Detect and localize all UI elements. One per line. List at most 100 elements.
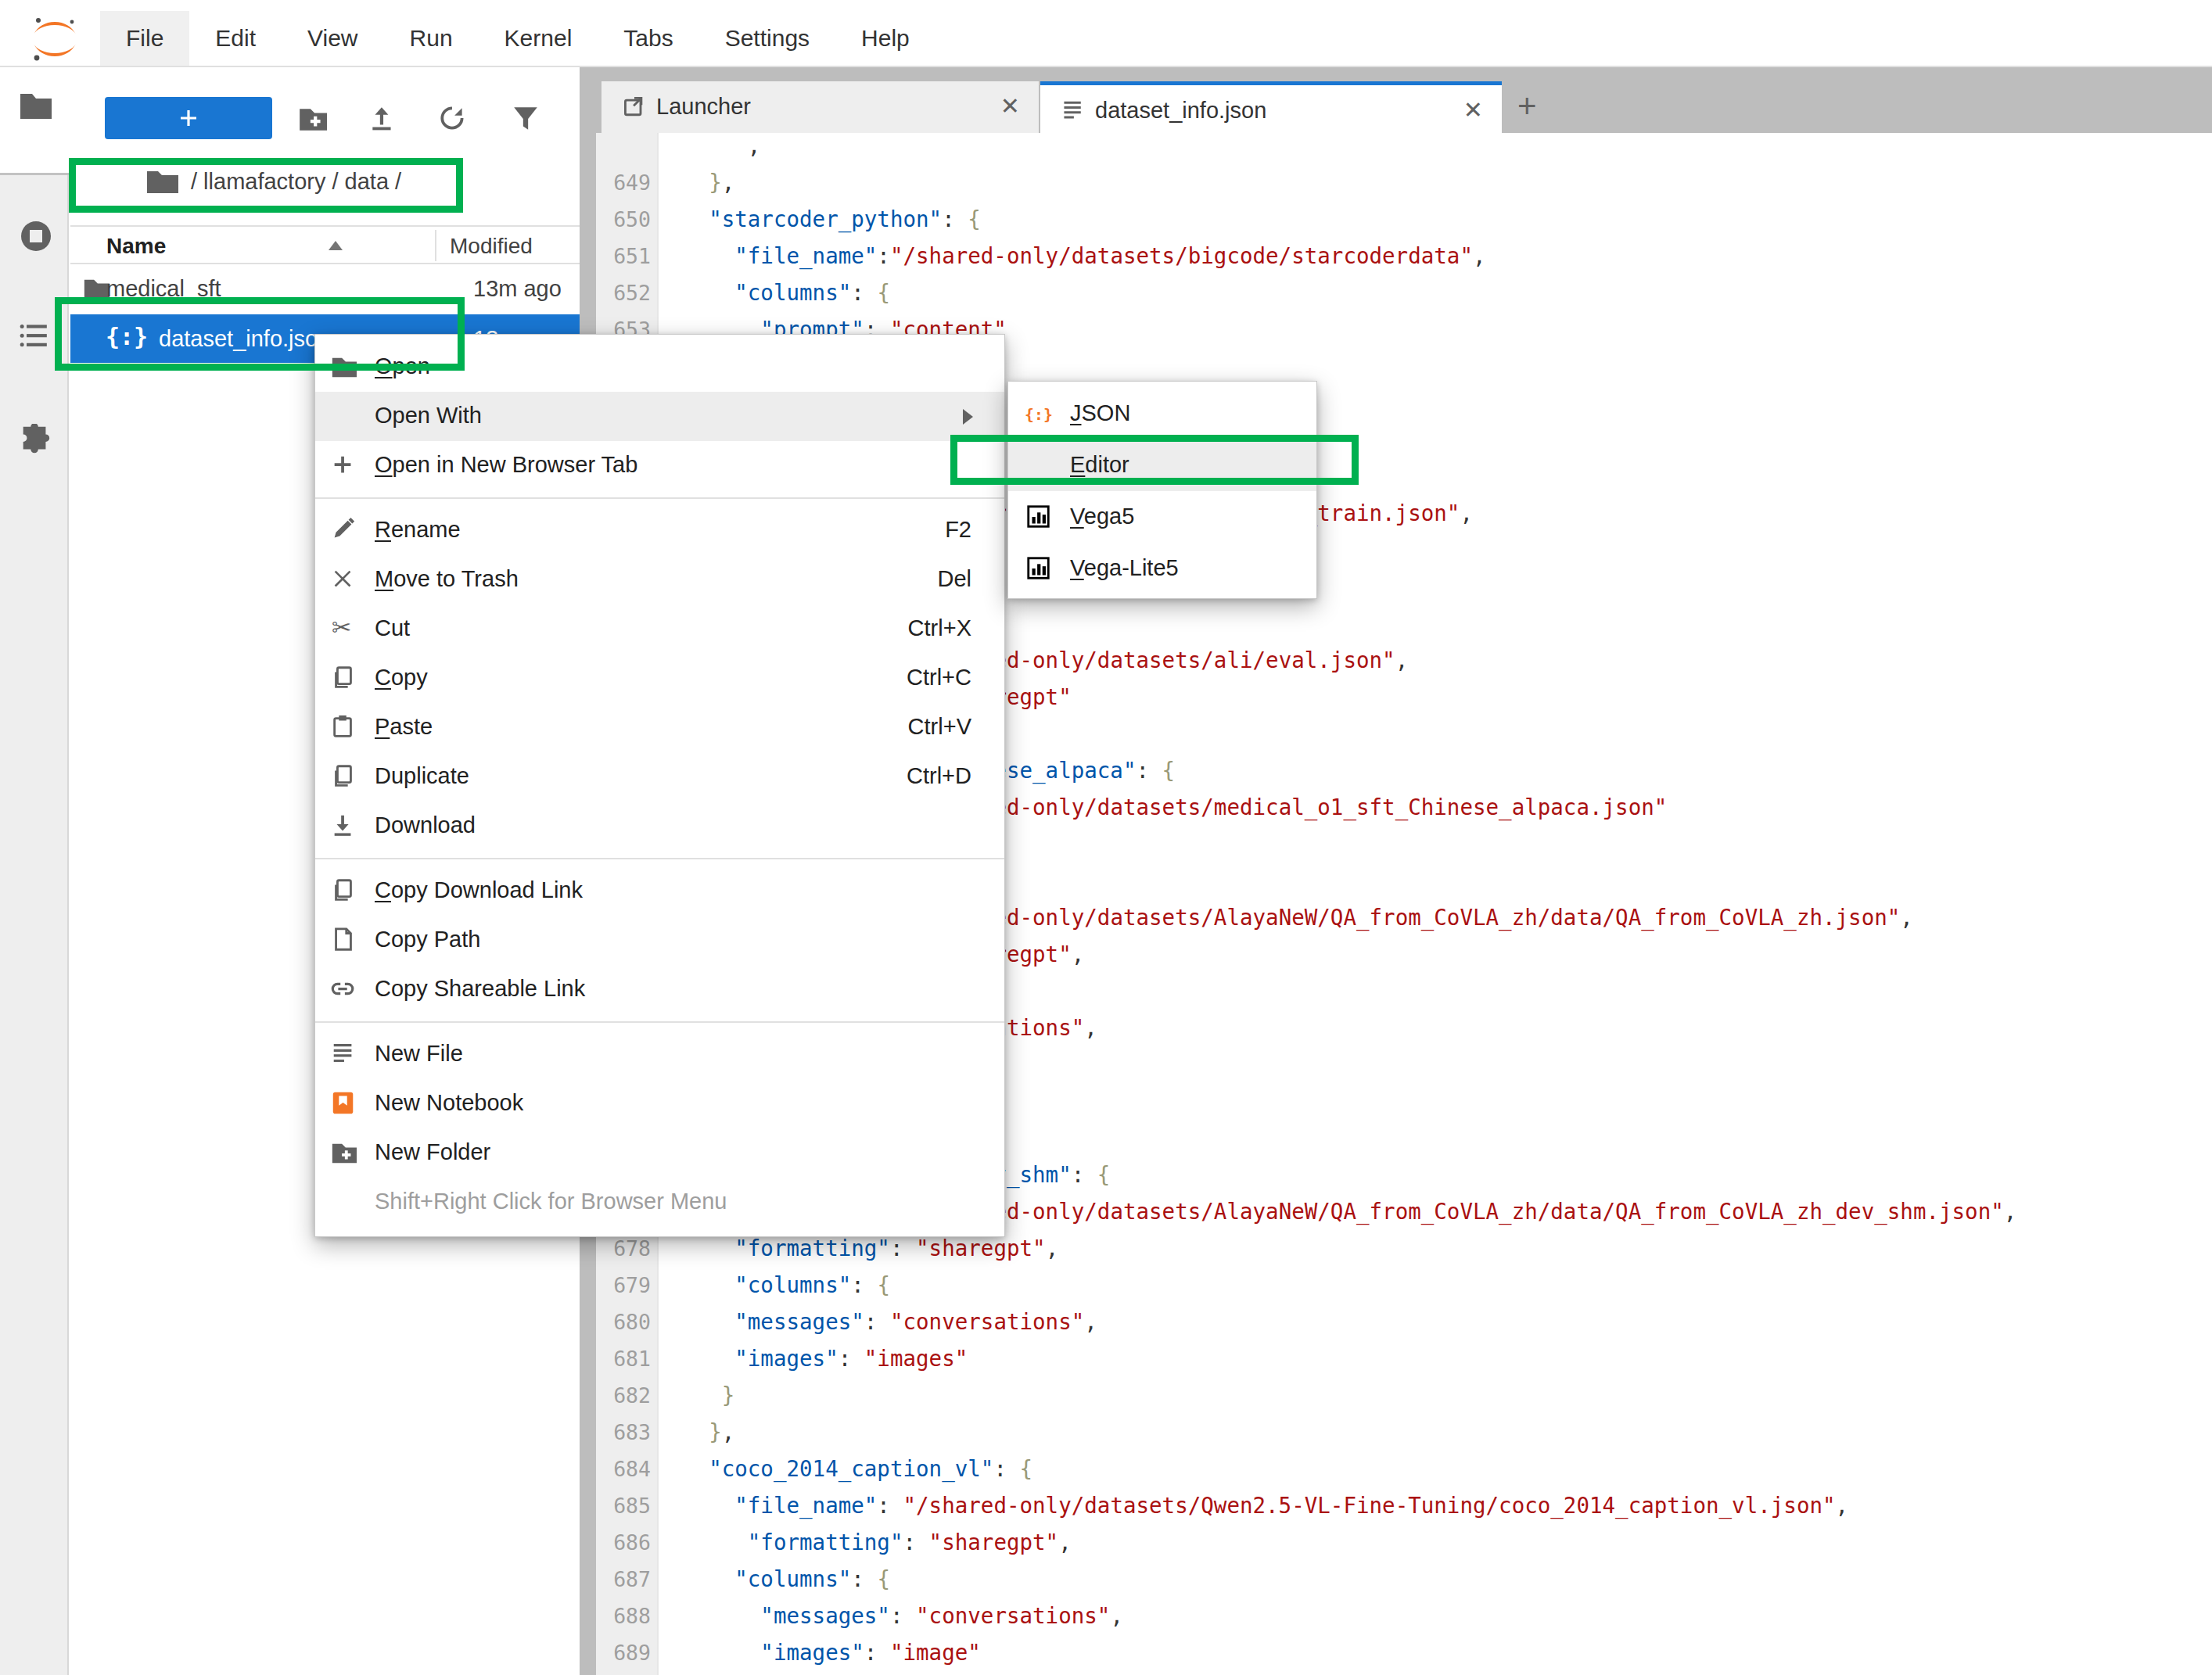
menu-item-shortcut: Ctrl+C xyxy=(907,665,971,690)
line-number: 652 xyxy=(596,274,651,311)
menu-item-label: New Folder xyxy=(375,1139,490,1165)
sidebar-running-icon[interactable] xyxy=(17,217,55,255)
line-number: 682 xyxy=(596,1377,651,1414)
menubar-item-edit[interactable]: Edit xyxy=(189,11,282,66)
link-icon xyxy=(330,976,357,1002)
context-menu-item-cut[interactable]: ✂CutCtrl+X xyxy=(315,604,1004,654)
tab-launcher[interactable]: Launcher ✕ xyxy=(601,81,1039,133)
svg-text:✂: ✂ xyxy=(332,615,351,640)
menubar-item-tabs[interactable]: Tabs xyxy=(598,11,698,66)
close-tab-icon[interactable]: ✕ xyxy=(1000,92,1020,120)
context-menu-item-rename[interactable]: RenameF2 xyxy=(315,506,1004,555)
line-number: 689 xyxy=(596,1634,651,1671)
line-number: 649 xyxy=(596,164,651,201)
tab-dataset-info-json[interactable]: dataset_info.json✕ xyxy=(1040,81,1502,133)
context-menu-item-paste[interactable]: PasteCtrl+V xyxy=(315,703,1004,752)
context-menu-item-copy[interactable]: Copy Ctrl+C xyxy=(315,654,1004,703)
menubar-items: FileEditViewRunKernelTabsSettingsHelp xyxy=(100,11,935,66)
textfile-icon xyxy=(1061,99,1086,124)
column-divider xyxy=(435,230,436,261)
close-tab-icon[interactable]: ✕ xyxy=(1463,96,1483,124)
upload-icon[interactable] xyxy=(368,104,397,134)
file-modified: 13m ago xyxy=(473,276,562,302)
column-modified-label: Modified xyxy=(450,234,533,259)
pencil-icon xyxy=(330,517,357,543)
line-number: 650 xyxy=(596,201,651,238)
copy-icon xyxy=(330,763,357,790)
sidebar-extensions-icon[interactable] xyxy=(17,424,53,460)
chart-icon xyxy=(1025,504,1052,530)
menu-item-label: New File xyxy=(375,1041,463,1067)
menu-item-label: Copy xyxy=(375,665,428,690)
code-line-649: 649 }, xyxy=(596,164,2212,201)
menubar-item-help[interactable]: Help xyxy=(835,11,935,66)
annotation-box-breadcrumb xyxy=(69,158,463,213)
menu-separator xyxy=(315,851,1004,866)
menu-item-shortcut: Ctrl+D xyxy=(907,763,971,789)
line-number: 679 xyxy=(596,1267,651,1304)
code-line-687: 687 "columns": { xyxy=(596,1561,2212,1598)
menubar-item-run[interactable]: Run xyxy=(384,11,479,66)
context-menu-item-copy-download-link[interactable]: Copy Download Link xyxy=(315,866,1004,916)
add-tab-button[interactable]: + xyxy=(1517,88,1537,125)
context-menu: OpenOpen WithOpen in New Browser TabRena… xyxy=(314,334,1005,1237)
menu-item-label: Shift+Right Click for Browser Menu xyxy=(375,1189,727,1214)
line-number: 683 xyxy=(596,1414,651,1451)
download-icon xyxy=(330,812,357,839)
menubar-item-settings[interactable]: Settings xyxy=(699,11,835,66)
json-icon: {:} xyxy=(1025,400,1052,427)
menu-item-shortcut: Del xyxy=(937,566,971,592)
menubar-item-file[interactable]: File xyxy=(100,11,189,66)
context-menu-item-copy-shareable-link[interactable]: Copy Shareable Link xyxy=(315,965,1004,1014)
refresh-icon[interactable] xyxy=(438,104,468,134)
jupyter-logo-icon xyxy=(30,16,80,63)
context-menu-item-new-folder[interactable]: New Folder xyxy=(315,1128,1004,1178)
code-line-652: 652 "columns": { xyxy=(596,274,2212,311)
context-menu-item-open-in-new-browser-tab[interactable]: Open in New Browser Tab xyxy=(315,441,1004,490)
code-line-679: 679 "columns": { xyxy=(596,1267,2212,1304)
menubar-item-view[interactable]: View xyxy=(282,11,383,66)
context-menu-item-shift-right-click-for-browser-menu: Shift+Right Click for Browser Menu xyxy=(315,1178,1004,1227)
code-line-688: 688 "messages": "conversations", xyxy=(596,1598,2212,1634)
open-with-submenu: {:}JSONEditorVega5Vega-Lite5 xyxy=(1007,381,1317,599)
menu-item-shortcut: Ctrl+X xyxy=(908,615,971,641)
sort-asc-icon xyxy=(329,241,343,250)
submenu-item-json[interactable]: {:}JSON xyxy=(1008,388,1316,439)
context-menu-item-download[interactable]: Download xyxy=(315,802,1004,851)
code-line-651: 651 "file_name":"/shared-only/datasets/b… xyxy=(596,238,2212,274)
new-launcher-button[interactable] xyxy=(105,97,272,139)
annotation-box-editor-item xyxy=(950,435,1359,485)
svg-text:{:}: {:} xyxy=(1025,406,1052,424)
code-line-686: 686 "formatting": "sharegpt", xyxy=(596,1524,2212,1561)
sidebar-toc-icon[interactable] xyxy=(17,321,52,352)
line-number: 687 xyxy=(596,1561,651,1598)
menu-item-label: Download xyxy=(375,812,476,838)
menu-item-label: Move to Trash xyxy=(375,566,519,592)
context-menu-item-open-with[interactable]: Open With xyxy=(315,392,1004,441)
submenu-item-vega-lite5[interactable]: Vega-Lite5 xyxy=(1008,543,1316,594)
textfile-icon xyxy=(330,1041,357,1067)
submenu-item-vega5[interactable]: Vega5 xyxy=(1008,491,1316,543)
menu-item-shortcut: F2 xyxy=(945,517,971,543)
menu-item-label: Vega-Lite5 xyxy=(1070,555,1179,581)
menu-item-label: Paste xyxy=(375,714,433,740)
new-folder-icon[interactable] xyxy=(297,104,327,134)
context-menu-item-new-file[interactable]: New File xyxy=(315,1030,1004,1079)
code-line-680: 680 "messages": "conversations", xyxy=(596,1304,2212,1340)
context-menu-item-duplicate[interactable]: DuplicateCtrl+D xyxy=(315,752,1004,802)
plus-icon xyxy=(330,452,357,479)
sidebar-files-icon[interactable] xyxy=(17,88,55,125)
file-list-header[interactable]: Name Modified xyxy=(70,225,580,264)
menu-item-label: Copy Download Link xyxy=(375,877,583,903)
menu-separator xyxy=(315,490,1004,506)
context-menu-item-copy-path[interactable]: Copy Path xyxy=(315,916,1004,965)
tab-label: Launcher xyxy=(656,94,751,120)
code-line-683: 683 }, xyxy=(596,1414,2212,1451)
menu-item-label: Open in New Browser Tab xyxy=(375,452,637,478)
context-menu-item-move-to-trash[interactable]: Move to Trash Del xyxy=(315,555,1004,604)
menubar-item-kernel[interactable]: Kernel xyxy=(479,11,598,66)
code-line-648: , xyxy=(596,133,2212,164)
filter-icon[interactable] xyxy=(511,104,540,134)
context-menu-item-new-notebook[interactable]: New Notebook xyxy=(315,1079,1004,1128)
copy-icon xyxy=(330,877,357,904)
